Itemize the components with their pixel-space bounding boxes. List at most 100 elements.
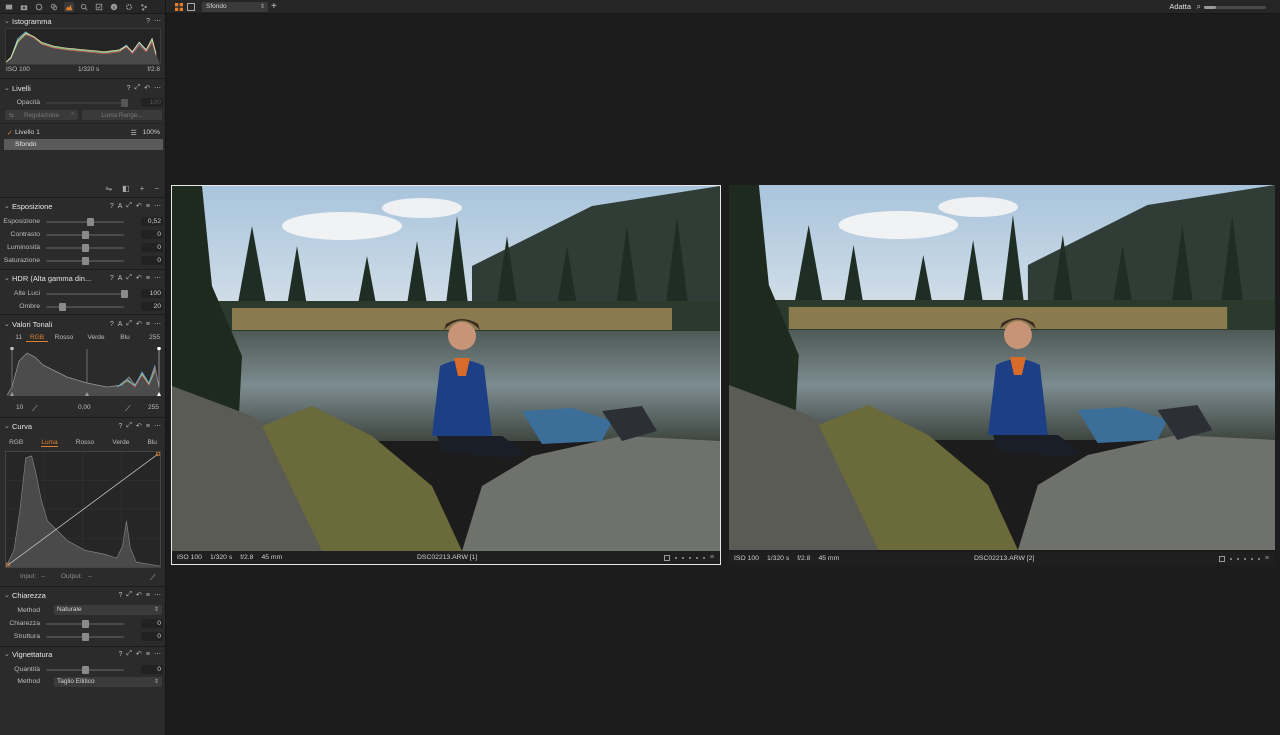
levels-tab-blue[interactable]: Blu (112, 334, 138, 342)
vignette-method-select[interactable]: Taglio Ellitico ⇕ (54, 677, 162, 687)
expand-icon[interactable]: ⤢ (126, 320, 132, 328)
rating-dot-icon[interactable] (681, 556, 684, 559)
auto-icon[interactable]: A (118, 275, 123, 282)
single-view-icon[interactable] (187, 3, 195, 13)
layer-settings-icon[interactable]: ☰ (131, 129, 137, 137)
presets-icon[interactable]: ≡ (146, 275, 150, 282)
image-thumb-1[interactable]: ISO 100 1/320 s f/2.8 45 mm DSC02213.ARW… (171, 185, 721, 565)
check-icon[interactable]: ✓ (7, 129, 15, 137)
collapse-chevron-icon[interactable]: ⌄ (4, 202, 12, 210)
rating-dot-icon[interactable] (702, 556, 705, 559)
add-layer-icon[interactable]: + (140, 184, 145, 193)
zoom-icon[interactable]: ⌕ (1197, 2, 1201, 12)
zoom-label[interactable]: Adatta (1169, 2, 1191, 11)
help-icon[interactable]: ? (110, 203, 114, 210)
more-icon[interactable]: ⋯ (154, 274, 161, 282)
image-menu-icon[interactable]: ≡ (710, 554, 714, 561)
curve-picker-icon[interactable]: ⟋ (150, 573, 156, 583)
exposure-header[interactable]: ⌄ Esposizione ? A ⤢ ↶ ≡ ⋯ (0, 200, 165, 212)
presets-icon[interactable]: ≡ (146, 423, 150, 430)
luma-range-button[interactable]: Luma Range... (82, 110, 162, 120)
multi-view-icon[interactable] (175, 3, 183, 13)
batch-icon[interactable] (139, 2, 149, 12)
hdr-adjust-slider[interactable] (46, 302, 124, 311)
reset-icon[interactable]: ↶ (136, 650, 142, 658)
rating-dot-icon[interactable] (1243, 557, 1246, 560)
exposure-adjust-slider[interactable] (46, 256, 124, 265)
presets-icon[interactable]: ≡ (146, 592, 150, 599)
adjustments-icon[interactable] (94, 2, 104, 12)
curve-tab-luma[interactable]: Luma (41, 439, 58, 447)
collapse-chevron-icon[interactable]: ⌄ (4, 591, 12, 599)
help-icon[interactable]: ? (119, 423, 123, 430)
layer-options-icon[interactable]: ⇋ (105, 184, 112, 193)
expand-icon[interactable]: ⤢ (126, 650, 132, 658)
opacity-value[interactable]: 100 (141, 98, 163, 107)
reset-icon[interactable]: ↶ (136, 274, 142, 282)
expand-icon[interactable]: ⤢ (126, 274, 132, 282)
collapse-chevron-icon[interactable]: ⌄ (4, 17, 12, 25)
levels-tab-red[interactable]: Rosso (48, 334, 80, 342)
metadata-icon[interactable] (109, 2, 119, 12)
presets-icon[interactable]: ≡ (146, 651, 150, 658)
levels-header[interactable]: ⌄ Valori Tonali ? A ⤢ ↶ ≡ ⋯ (0, 318, 165, 330)
vignette-adjust-slider-knob[interactable] (82, 665, 89, 674)
remove-layer-icon[interactable]: − (154, 184, 159, 193)
opacity-slider[interactable] (46, 98, 128, 107)
exposure-adjust-value[interactable]: 0 (141, 256, 163, 265)
rating-dot-icon[interactable] (1229, 557, 1232, 560)
vignette-adjust-value[interactable]: 0 (141, 665, 163, 674)
clarity-header[interactable]: ⌄ Chiarezza ? ⤢ ↶ ≡ ⋯ (0, 589, 165, 601)
add-icon[interactable]: + (271, 1, 277, 12)
clarity-adjust-value[interactable]: 0 (141, 619, 163, 628)
collapse-chevron-icon[interactable]: ⌄ (4, 320, 12, 328)
color-icon[interactable] (49, 2, 59, 12)
help-icon[interactable]: ? (146, 18, 150, 25)
exposure-tab-icon[interactable] (64, 1, 74, 12)
clarity-method-select[interactable]: Naturale ⇕ (54, 605, 162, 615)
histogram-header[interactable]: ⌄ Istogramma ? ⋯ (0, 15, 165, 27)
layer-item-sfondo[interactable]: Sfondo (4, 139, 163, 150)
reset-icon[interactable]: ↶ (144, 84, 150, 92)
exposure-adjust-slider-knob[interactable] (82, 243, 89, 252)
levels-output-low[interactable]: 10 (16, 404, 23, 411)
reset-icon[interactable]: ↶ (136, 202, 142, 210)
levels-input-high[interactable]: 255 (138, 334, 160, 342)
exposure-adjust-value[interactable]: 0 (141, 230, 163, 239)
output-icon[interactable] (124, 2, 134, 12)
exposure-adjust-slider-knob[interactable] (82, 256, 89, 265)
more-icon[interactable]: ⋯ (154, 422, 161, 430)
reset-icon[interactable]: ↶ (136, 320, 142, 328)
vignette-adjust-slider[interactable] (46, 665, 124, 674)
more-icon[interactable]: ⋯ (154, 202, 161, 210)
clarity-adjust-slider-knob[interactable] (82, 619, 89, 628)
more-icon[interactable]: ⋯ (154, 320, 161, 328)
levels-output-high[interactable]: 255 (148, 404, 159, 411)
levels-histogram[interactable] (7, 347, 161, 396)
curve-tab-green[interactable]: Verde (112, 439, 129, 447)
auto-icon[interactable]: A (118, 321, 123, 328)
presets-icon[interactable]: ≡ (146, 321, 150, 328)
levels-tab-green[interactable]: Verde (80, 334, 112, 342)
rating-dot-icon[interactable] (695, 556, 698, 559)
expand-icon[interactable]: ⤢ (126, 422, 132, 430)
expand-icon[interactable]: ⤢ (135, 84, 141, 92)
exposure-adjust-slider-knob[interactable] (86, 217, 94, 226)
rating-dot-icon[interactable] (1236, 557, 1239, 560)
image-thumb-2[interactable]: ISO 100 1/320 s f/2.8 45 mm DSC02213.ARW… (729, 185, 1275, 565)
hdr-adjust-value[interactable]: 20 (141, 302, 163, 311)
camera-icon[interactable] (19, 2, 29, 12)
more-icon[interactable]: ⋯ (154, 591, 161, 599)
help-icon[interactable]: ? (119, 592, 123, 599)
more-icon[interactable]: ⋯ (154, 650, 161, 658)
layer-item-livello-1[interactable]: ✓ Livello 1 ☰ 100% (4, 127, 163, 138)
help-icon[interactable]: ? (110, 321, 114, 328)
help-icon[interactable]: ? (110, 275, 114, 282)
curve-graph[interactable] (5, 451, 161, 568)
layers-header[interactable]: ⌄ Livelli ? ⤢ ↶ ⋯ (0, 82, 165, 94)
levels-tab-rgb[interactable]: RGB (26, 334, 48, 342)
layer-mask-icon[interactable]: ◧ (122, 184, 130, 193)
more-icon[interactable]: ⋯ (154, 17, 161, 25)
rating-dot-icon[interactable] (688, 556, 691, 559)
curve-tab-red[interactable]: Rosso (76, 439, 94, 447)
